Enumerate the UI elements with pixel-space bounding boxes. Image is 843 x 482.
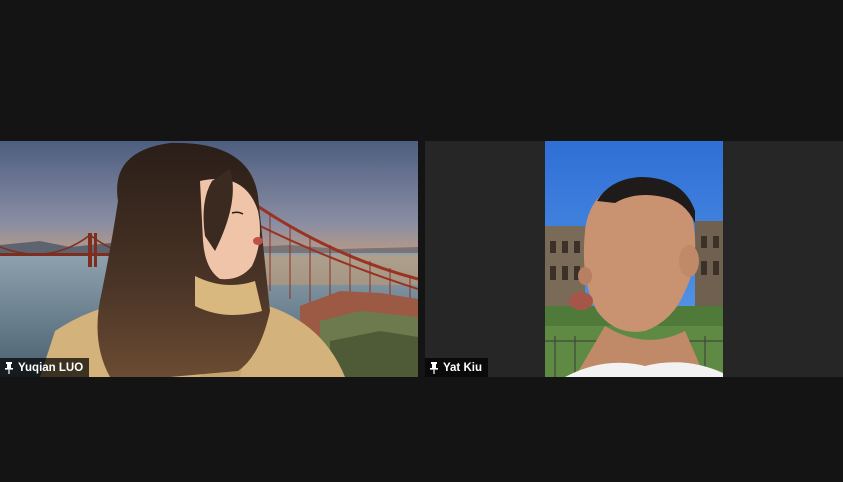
pin-icon — [430, 361, 438, 374]
participant-name: Yat Kiu — [443, 361, 482, 374]
video-tile-yuqian[interactable]: Yuqian LUO — [0, 141, 418, 377]
participant-name: Yuqian LUO — [18, 361, 84, 374]
participant-name-tag: Yuqian LUO — [0, 358, 90, 377]
video-tile-yat-kiu[interactable]: Yat Kiu — [425, 141, 843, 377]
meeting-stage: Yuqian LUO Yat Kiu — [0, 0, 843, 482]
participant-name-tag: Yat Kiu — [425, 358, 488, 377]
video-feed-yuqian — [0, 141, 418, 377]
pin-icon — [5, 361, 13, 374]
video-feed-yat-kiu — [545, 141, 723, 377]
